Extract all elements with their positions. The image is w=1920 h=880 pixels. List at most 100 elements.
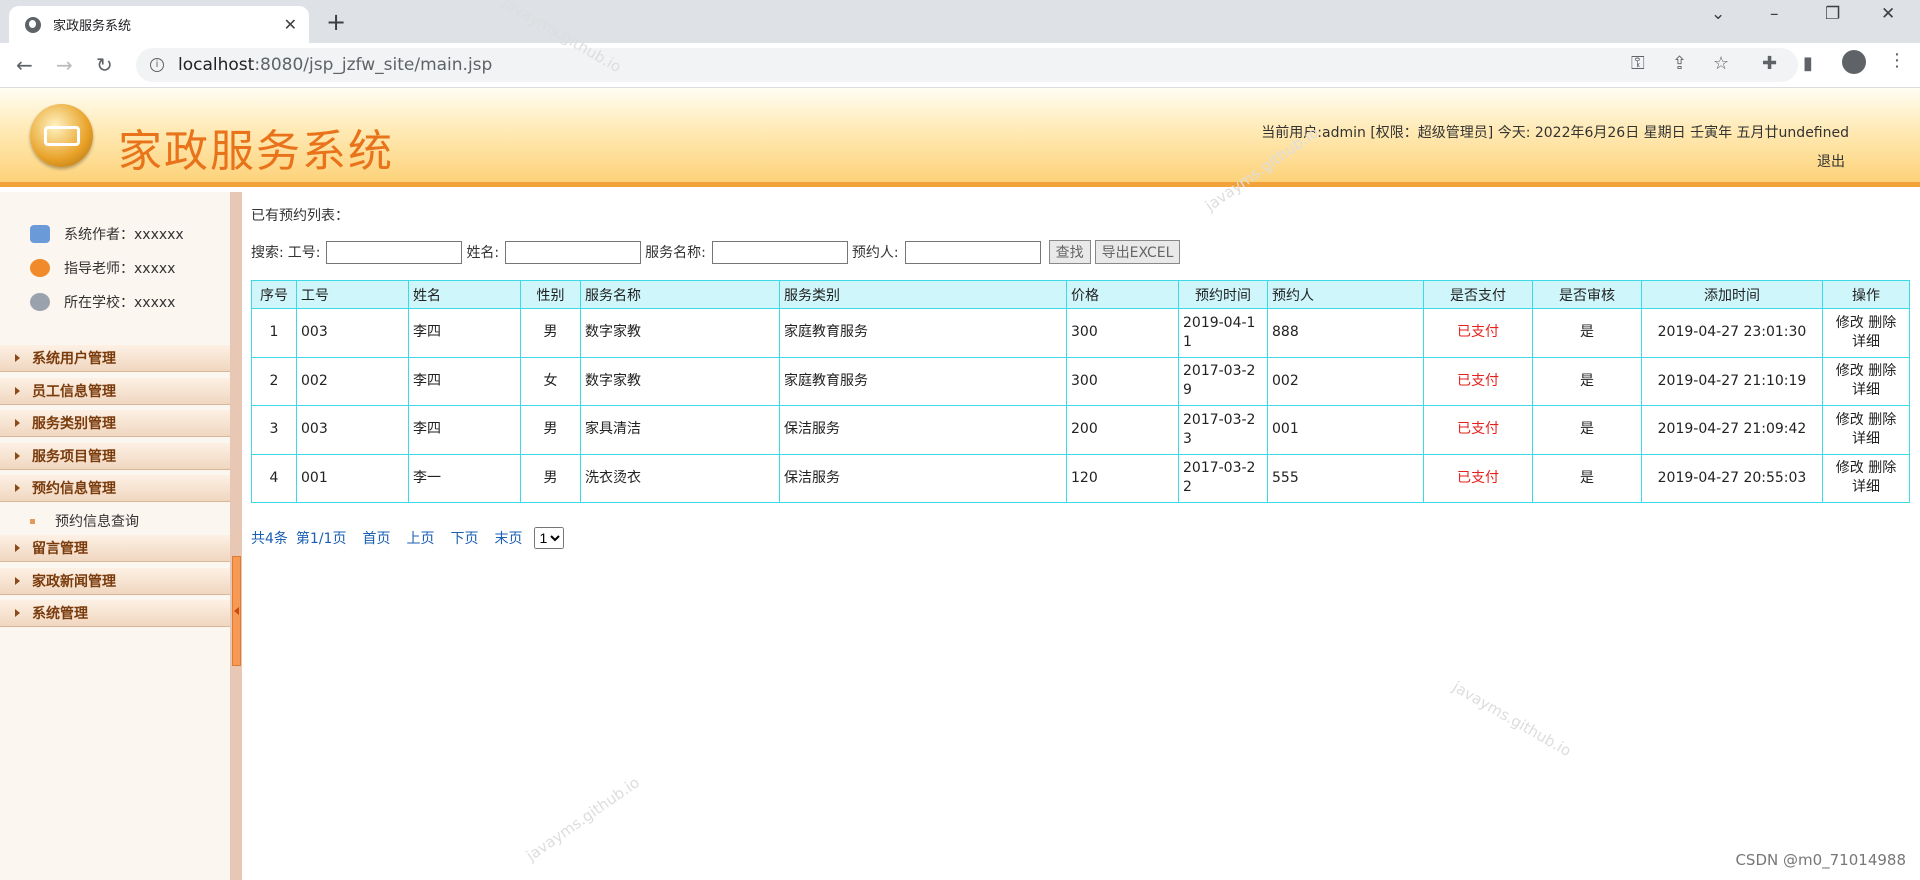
cell-name: 李四: [408, 405, 521, 455]
edit-link[interactable]: 修改: [1836, 460, 1864, 476]
key-icon[interactable]: ⚿: [1631, 53, 1645, 74]
detail-link[interactable]: 详细: [1852, 479, 1880, 495]
address-bar[interactable]: i localhost:8080/jsp_jzfw_site/main.jsp: [136, 48, 1798, 82]
tab-title: 家政服务系统: [53, 19, 132, 34]
search-bar: 搜索: 工号: 姓名: 服务名称: 预约人: 查找 导出EXCEL: [251, 240, 1181, 264]
cell-date: 2017-03-29: [1178, 356, 1268, 406]
new-tab-icon[interactable]: +: [326, 8, 346, 36]
close-tab-icon[interactable]: ✕: [284, 15, 297, 34]
close-window-icon[interactable]: ✕: [1881, 4, 1895, 24]
forward-icon[interactable]: →: [56, 53, 73, 77]
detail-link[interactable]: 详细: [1852, 382, 1880, 398]
globe-icon: [25, 16, 41, 33]
sidebar-toggle[interactable]: [232, 556, 241, 666]
menu-service-categories[interactable]: 服务类别管理: [0, 410, 230, 437]
col-category: 服务类别: [779, 280, 1067, 309]
cell-booker: 555: [1267, 453, 1424, 503]
table-row: 4 001 李一 男 洗衣烫衣 保洁服务 120 2017-03-22 555 …: [251, 453, 1910, 503]
menu-bookings[interactable]: 预约信息管理: [0, 475, 230, 502]
browser-tab[interactable]: 家政服务系统 ✕: [9, 6, 309, 43]
bullet-icon: [30, 518, 35, 524]
star-icon[interactable]: ☆: [1713, 53, 1729, 74]
cell-gender: 男: [520, 405, 581, 455]
author-info: 系统作者：xxxxxx: [30, 224, 184, 244]
first-page-link[interactable]: 首页: [362, 528, 390, 548]
menu-service-items[interactable]: 服务项目管理: [0, 443, 230, 470]
extensions-icon[interactable]: ✚: [1762, 53, 1777, 74]
table-row: 2 002 李四 女 数字家教 家庭教育服务 300 2017-03-29 00…: [251, 356, 1910, 406]
service-label: 服务名称:: [645, 245, 706, 261]
prev-page-link[interactable]: 上页: [406, 528, 434, 548]
menu-news[interactable]: 家政新闻管理: [0, 568, 230, 595]
clock-icon: [30, 293, 50, 311]
menu-icon[interactable]: ⋮: [1888, 50, 1906, 71]
table-row: 1 003 李四 男 数字家教 家庭教育服务 300 2019-04-11 88…: [251, 308, 1910, 358]
page-title: 已有预约列表：: [251, 208, 349, 224]
last-page-link[interactable]: 末页: [494, 528, 522, 548]
col-no: 序号: [251, 280, 297, 309]
name-input[interactable]: [505, 240, 642, 264]
col-audited: 是否审核: [1532, 280, 1642, 309]
booker-input[interactable]: [904, 240, 1041, 264]
url-text: localhost:8080/jsp_jzfw_site/main.jsp: [178, 55, 493, 75]
info-icon[interactable]: i: [150, 58, 164, 72]
users-icon: [30, 225, 50, 243]
menu-system[interactable]: 系统管理: [0, 600, 230, 627]
delete-link[interactable]: 删除: [1868, 363, 1896, 379]
edit-link[interactable]: 修改: [1836, 412, 1864, 428]
sidebar-divider: [230, 192, 242, 880]
submenu-booking-query[interactable]: 预约信息查询: [30, 511, 139, 531]
service-input[interactable]: [711, 240, 848, 264]
back-icon[interactable]: ←: [16, 53, 33, 77]
export-excel-button[interactable]: 导出EXCEL: [1094, 240, 1181, 264]
reload-icon[interactable]: ↻: [96, 53, 113, 77]
cell-date: 2019-04-11: [1178, 308, 1268, 358]
pagination: 共4条 第1/1页 首页 上页 下页 末页 1: [251, 527, 565, 549]
delete-link[interactable]: 删除: [1868, 412, 1896, 428]
logo-icon: [30, 104, 93, 167]
cell-booker: 001: [1267, 405, 1424, 455]
menu-system-users[interactable]: 系统用户管理: [0, 345, 230, 372]
cell-name: 李一: [408, 453, 521, 503]
cell-price: 200: [1066, 405, 1179, 455]
cell-added: 2019-04-27 21:09:42: [1641, 405, 1823, 455]
col-name: 姓名: [408, 280, 521, 309]
delete-link[interactable]: 删除: [1868, 460, 1896, 476]
cell-service: 数字家教: [580, 356, 780, 406]
cell-added: 2019-04-27 23:01:30: [1641, 308, 1823, 358]
find-button[interactable]: 查找: [1048, 240, 1091, 264]
emp-no-input[interactable]: [326, 240, 463, 264]
edit-link[interactable]: 修改: [1836, 315, 1864, 331]
cell-emp: 002: [296, 356, 409, 406]
logout-link[interactable]: 退出: [1817, 151, 1845, 171]
cell-price: 120: [1066, 453, 1179, 503]
menu-employees[interactable]: 员工信息管理: [0, 378, 230, 405]
minimize-icon[interactable]: –: [1770, 4, 1779, 24]
delete-link[interactable]: 删除: [1868, 315, 1896, 331]
teacher-info: 指导老师：xxxxx: [30, 258, 175, 278]
cell-audited: 是: [1532, 405, 1642, 455]
detail-link[interactable]: 详细: [1852, 334, 1880, 350]
tab-search-icon[interactable]: ⌄: [1711, 4, 1725, 24]
restore-icon[interactable]: ❐: [1825, 4, 1840, 24]
col-ops: 操作: [1822, 280, 1910, 309]
cell-date: 2017-03-22: [1178, 453, 1268, 503]
col-gender: 性别: [520, 280, 581, 309]
cell-category: 保洁服务: [779, 405, 1067, 455]
cell-name: 李四: [408, 356, 521, 406]
bookings-table: 序号 工号 姓名 性别 服务名称 服务类别 价格 预约时间 预约人 是否支付 是…: [251, 280, 1910, 503]
search-label: 搜索:: [251, 245, 284, 261]
cell-service: 洗衣烫衣: [580, 453, 780, 503]
detail-link[interactable]: 详细: [1852, 431, 1880, 447]
table-header-row: 序号 工号 姓名 性别 服务名称 服务类别 价格 预约时间 预约人 是否支付 是…: [251, 280, 1910, 309]
cell-booker: 888: [1267, 308, 1424, 358]
edit-link[interactable]: 修改: [1836, 363, 1864, 379]
col-price: 价格: [1066, 280, 1179, 309]
sidepanel-icon[interactable]: ▮: [1803, 53, 1813, 74]
menu-messages[interactable]: 留言管理: [0, 535, 230, 562]
share-icon[interactable]: ⇪: [1672, 53, 1687, 74]
next-page-link[interactable]: 下页: [450, 528, 478, 548]
col-added: 添加时间: [1641, 280, 1823, 309]
page-select[interactable]: 1: [534, 527, 565, 549]
profile-avatar[interactable]: [1842, 50, 1866, 74]
